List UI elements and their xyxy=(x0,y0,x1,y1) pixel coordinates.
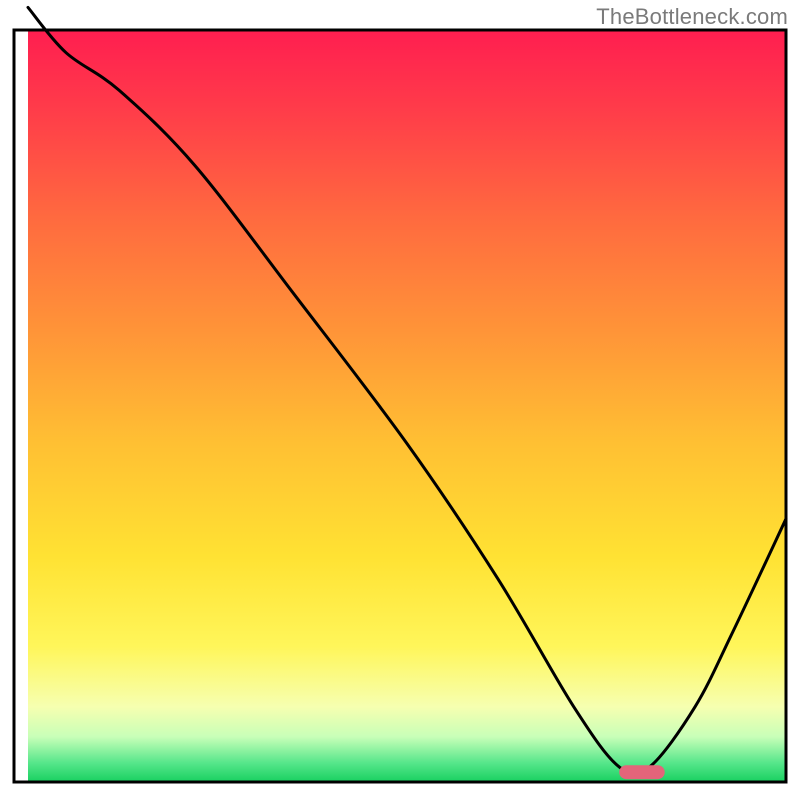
bottleneck-chart xyxy=(0,0,800,800)
watermark-text: TheBottleneck.com xyxy=(596,4,788,30)
chart-gradient-bg xyxy=(28,30,786,782)
optimal-range-marker xyxy=(619,765,664,779)
